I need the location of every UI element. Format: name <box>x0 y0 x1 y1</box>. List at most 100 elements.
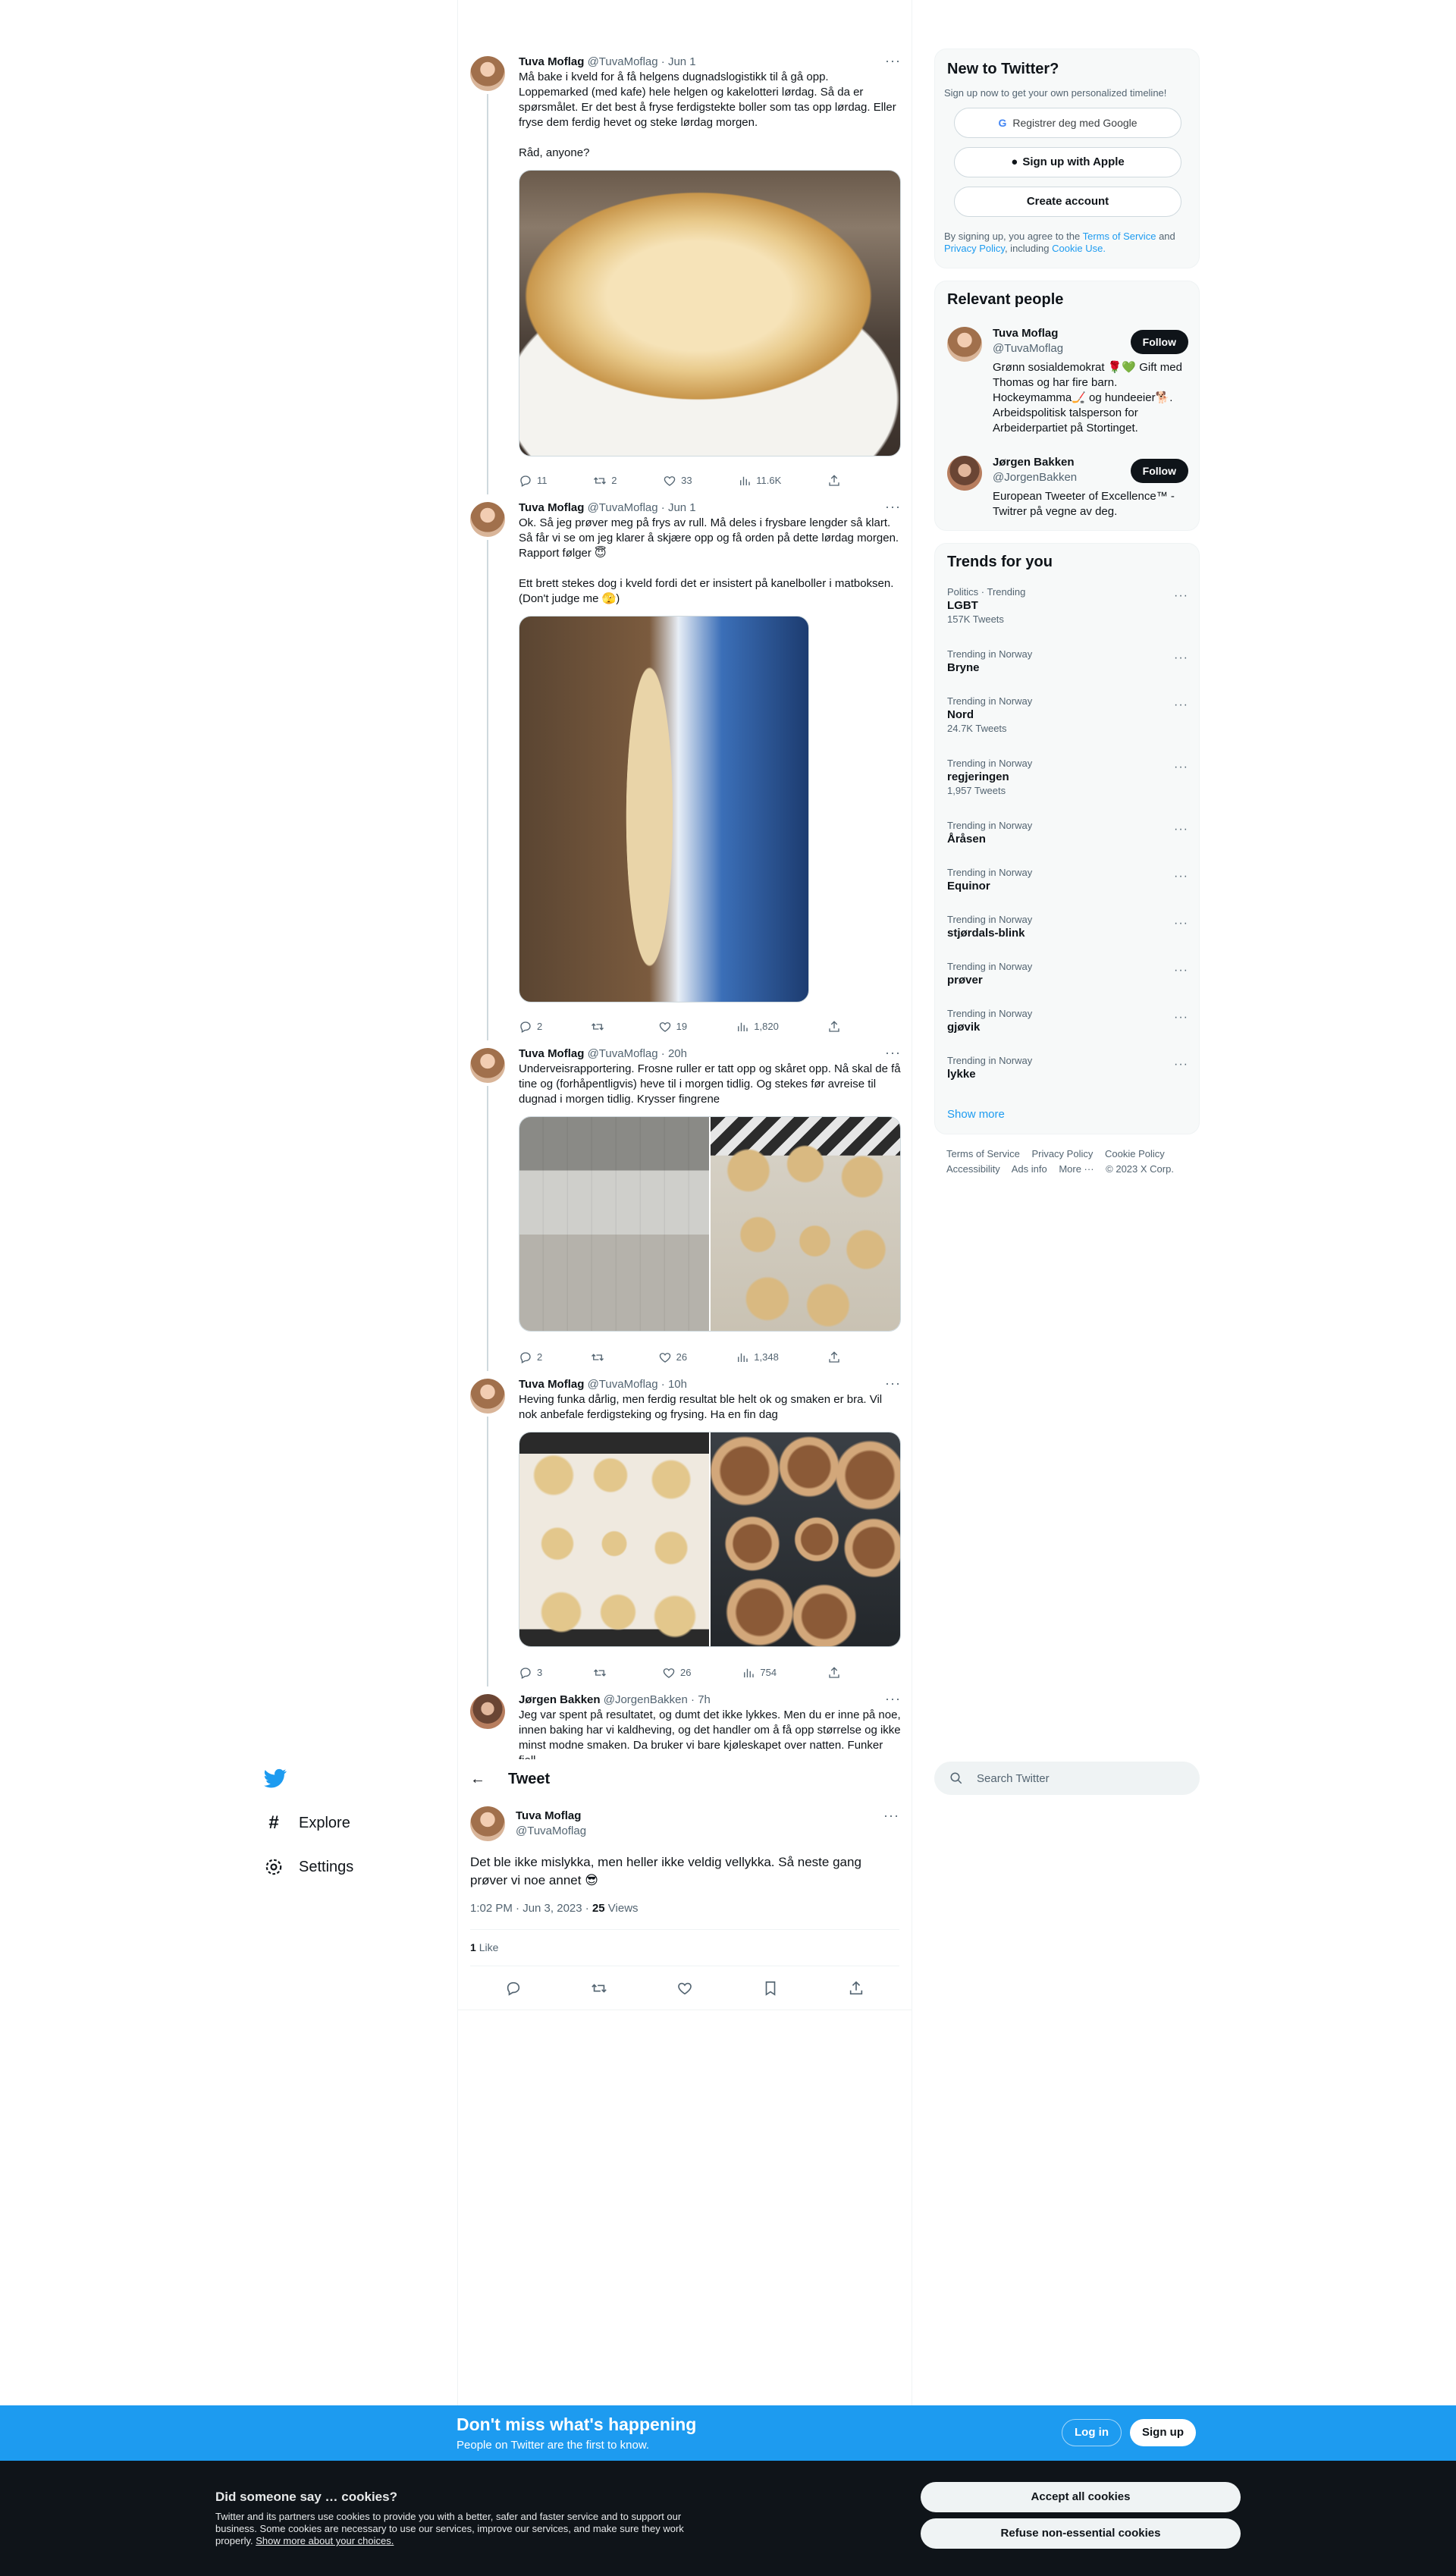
more-icon[interactable]: ··· <box>885 54 901 67</box>
avatar[interactable] <box>470 1694 505 1729</box>
author-handle[interactable]: @TuvaMoflag <box>588 1378 658 1391</box>
author-name[interactable]: Tuva Moflag <box>519 55 584 68</box>
trend-item[interactable]: Trending in Norway gjøvik ··· <box>935 1008 1200 1035</box>
share-button[interactable] <box>827 473 841 488</box>
views-button[interactable]: 1,820 <box>736 1019 779 1034</box>
author-name[interactable]: Tuva Moflag <box>519 1047 584 1060</box>
accept-cookies-button[interactable]: Accept all cookies <box>921 2482 1241 2512</box>
tweet-photo-risen-rolls[interactable] <box>519 1432 709 1646</box>
create-account-button[interactable]: Create account <box>954 187 1181 217</box>
login-button[interactable]: Log in <box>1062 2419 1122 2446</box>
trend-item[interactable]: Trending in Norway regjeringen 1,957 Twe… <box>935 758 1200 797</box>
retweet-icon[interactable] <box>591 1980 607 1997</box>
avatar[interactable] <box>470 502 505 537</box>
footer-terms-link[interactable]: Terms of Service <box>946 1148 1020 1159</box>
footer-ads-link[interactable]: Ads info <box>1012 1163 1047 1175</box>
like-button[interactable]: 26 <box>658 1350 687 1365</box>
like-button[interactable]: 19 <box>658 1019 687 1034</box>
back-arrow-icon[interactable]: ← <box>470 1771 485 1788</box>
privacy-link[interactable]: Privacy Policy <box>944 243 1005 254</box>
signup-button[interactable]: Sign up <box>1130 2419 1196 2446</box>
apple-signup-button[interactable]: ● Sign up with Apple <box>954 147 1181 177</box>
views-button[interactable]: 754 <box>742 1665 777 1680</box>
trend-item[interactable]: Trending in Norway stjørdals-blink ··· <box>935 914 1200 941</box>
tweet-photo-dough-bowl[interactable] <box>519 170 901 457</box>
author-handle[interactable]: @TuvaMoflag <box>588 55 658 68</box>
follow-button[interactable]: Follow <box>1130 459 1188 483</box>
avatar[interactable] <box>947 327 982 362</box>
tweet-date[interactable]: Jun 1 <box>668 55 696 68</box>
nav-explore[interactable]: # Explore <box>264 1808 350 1838</box>
terms-link[interactable]: Terms of Service <box>1083 231 1156 242</box>
more-icon[interactable]: ··· <box>885 1046 901 1059</box>
avatar[interactable] <box>470 1048 505 1083</box>
reply-button[interactable]: 11 <box>519 473 548 488</box>
retweet-button[interactable] <box>591 1350 609 1365</box>
thread-timeline[interactable]: Tuva Moflag @TuvaMoflag · Jun 1 ··· Må b… <box>458 36 912 1759</box>
author-handle[interactable]: @TuvaMoflag <box>516 1825 586 1837</box>
tweet-photo-dough-roll[interactable] <box>519 616 809 1002</box>
author-handle[interactable]: @TuvaMoflag <box>588 501 658 514</box>
thread-tweet[interactable]: Jørgen Bakken @JorgenBakken · 7h ··· Jeg… <box>470 1680 901 1759</box>
more-icon[interactable]: ··· <box>885 500 901 513</box>
author-handle[interactable]: @JorgenBakken <box>604 1693 688 1706</box>
tweet-photo-sliced-rolls[interactable] <box>519 1117 709 1331</box>
tweet-date[interactable]: 10h <box>668 1378 687 1391</box>
thread-tweet[interactable]: Tuva Moflag @TuvaMoflag · Jun 1 ··· Ok. … <box>470 488 901 1040</box>
author-name[interactable]: Tuva Moflag <box>519 1378 584 1391</box>
trend-item[interactable]: Trending in Norway Bryne ··· <box>935 648 1200 676</box>
author-name[interactable]: Jørgen Bakken <box>519 1693 601 1706</box>
person-handle[interactable]: @JorgenBakken <box>993 471 1077 484</box>
cookie-more-link[interactable]: Show more about your choices. <box>256 2535 394 2546</box>
retweet-button[interactable]: 2 <box>593 473 617 488</box>
share-icon[interactable] <box>848 1980 864 1997</box>
share-button[interactable] <box>827 1019 841 1034</box>
share-button[interactable] <box>827 1350 841 1365</box>
retweet-button[interactable] <box>591 1019 609 1034</box>
tweet-photo-rolls-on-tray[interactable] <box>711 1117 900 1331</box>
thread-tweet[interactable]: Tuva Moflag @TuvaMoflag · 10h ··· Heving… <box>470 1365 901 1686</box>
avatar[interactable] <box>470 1806 505 1841</box>
like-button[interactable]: 33 <box>663 473 692 488</box>
author-name[interactable]: Tuva Moflag <box>516 1809 581 1822</box>
avatar[interactable] <box>470 1379 505 1414</box>
tweet-date[interactable]: 7h <box>698 1693 711 1706</box>
footer-accessibility-link[interactable]: Accessibility <box>946 1163 1000 1175</box>
more-icon[interactable]: ··· <box>1174 1011 1188 1024</box>
footer-cookie-link[interactable]: Cookie Policy <box>1105 1148 1165 1159</box>
views-button[interactable]: 1,348 <box>736 1350 779 1365</box>
person-name[interactable]: Tuva Moflag <box>993 327 1058 340</box>
tweet-date[interactable]: Jun 1 <box>668 501 696 514</box>
views-button[interactable]: 11.6K <box>738 473 781 488</box>
more-icon[interactable]: ··· <box>885 1376 901 1390</box>
reply-icon[interactable] <box>505 1980 522 1997</box>
like-button[interactable]: 26 <box>662 1665 691 1680</box>
trend-item[interactable]: Trending in Norway lykke ··· <box>935 1055 1200 1082</box>
trend-item[interactable]: Trending in Norway Nord 24.7K Tweets ··· <box>935 695 1200 735</box>
likes-summary[interactable]: 1 Like <box>470 1941 498 1953</box>
more-icon[interactable]: ··· <box>1174 761 1188 774</box>
refuse-cookies-button[interactable]: Refuse non-essential cookies <box>921 2518 1241 2549</box>
trend-item[interactable]: Trending in Norway prøver ··· <box>935 961 1200 988</box>
more-icon[interactable]: ··· <box>1174 698 1188 712</box>
reply-button[interactable]: 2 <box>519 1350 542 1365</box>
trend-item[interactable]: Trending in Norway Equinor ··· <box>935 867 1200 894</box>
author-name[interactable]: Tuva Moflag <box>519 501 584 514</box>
reply-button[interactable]: 3 <box>519 1665 542 1680</box>
more-icon[interactable]: ··· <box>885 1692 901 1705</box>
search-box[interactable]: Search Twitter <box>934 1762 1200 1795</box>
footer-more-link[interactable]: More ··· <box>1059 1163 1094 1175</box>
thread-tweet[interactable]: Tuva Moflag @TuvaMoflag · Jun 1 ··· Må b… <box>470 42 901 494</box>
cookie-use-link[interactable]: Cookie Use. <box>1052 243 1106 254</box>
share-button[interactable] <box>827 1665 841 1680</box>
reply-button[interactable]: 2 <box>519 1019 542 1034</box>
avatar[interactable] <box>470 56 505 91</box>
thread-tweet[interactable]: Tuva Moflag @TuvaMoflag · 20h ··· Underv… <box>470 1034 901 1371</box>
tweet-photo-baked-rolls[interactable] <box>711 1432 900 1646</box>
google-signup-button[interactable]: G Registrer deg med Google <box>954 108 1181 138</box>
more-icon[interactable]: ··· <box>1174 589 1188 603</box>
person-handle[interactable]: @TuvaMoflag <box>993 342 1063 355</box>
tweet-timestamp[interactable]: 1:02 PM · Jun 3, 2023 <box>470 1902 582 1915</box>
more-icon[interactable]: ··· <box>1174 917 1188 930</box>
nav-settings[interactable]: Settings <box>264 1852 353 1882</box>
